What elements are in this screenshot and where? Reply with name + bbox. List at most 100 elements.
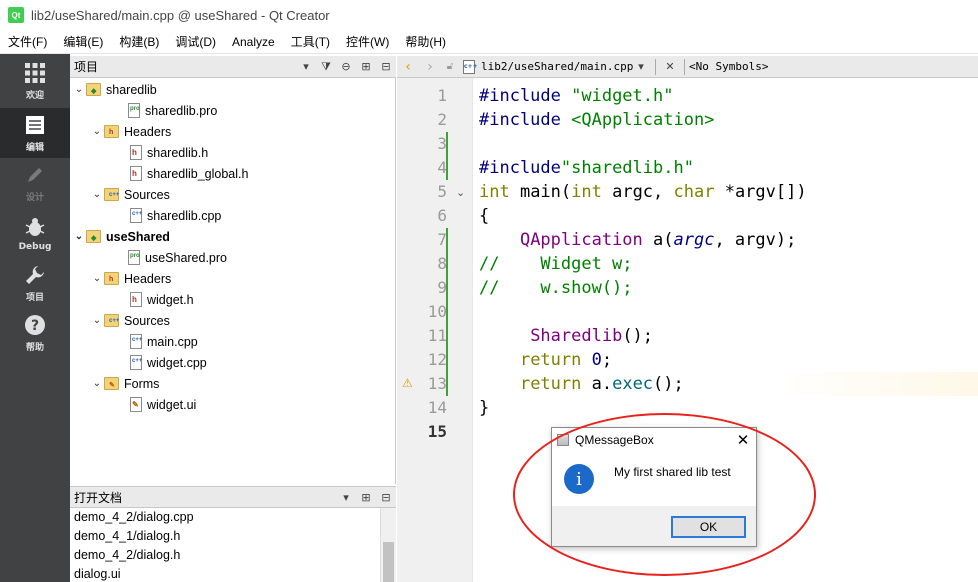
tree-item-useshared[interactable]: ⌄ ◆ useShared (72, 226, 170, 247)
line-number: 1 (437, 86, 447, 105)
list-item[interactable]: demo_4_1/dialog.h (70, 527, 395, 546)
line-number: 12 (427, 350, 447, 369)
mode-debug[interactable]: Debug (0, 208, 70, 258)
code-token: (); (653, 374, 684, 394)
dialog-title: QMessageBox (575, 433, 654, 447)
split-icon[interactable]: ⊞ (356, 56, 376, 78)
mode-help[interactable]: ? 帮助 (0, 308, 70, 358)
dialog-body: i My first shared lib test (552, 452, 756, 506)
wrench-icon (23, 263, 47, 287)
menu-widgets[interactable]: 控件(W) (338, 30, 397, 54)
mode-label: 欢迎 (25, 91, 44, 101)
close-pane-icon[interactable]: ⊟ (376, 486, 396, 508)
menu-build[interactable]: 构建(B) (111, 30, 167, 54)
headers-folder-icon: h (104, 272, 119, 285)
list-item[interactable]: demo_4_2/dialog.cpp (70, 508, 395, 527)
tree-item-sharedlib-cpp[interactable]: c++ sharedlib.cpp (130, 205, 221, 226)
tree-item-headers[interactable]: ⌄ h Headers (90, 268, 171, 289)
cpp-file-icon: c++ (130, 355, 142, 370)
chevron-down-icon[interactable]: ⌄ (72, 84, 86, 95)
code-token: <QApplication> (571, 110, 715, 130)
menu-help[interactable]: 帮助(H) (397, 30, 454, 54)
code-token: #include (479, 158, 561, 178)
tree-item-headers[interactable]: ⌄ h Headers (90, 121, 171, 142)
tree-item-widget-ui[interactable]: ✎ widget.ui (130, 394, 196, 415)
code-token: , argv); (714, 230, 797, 250)
chevron-down-icon[interactable]: ⌄ (72, 231, 86, 242)
tree-item-useshared-pro[interactable]: pro useShared.pro (128, 247, 227, 268)
menu-analyze[interactable]: Analyze (224, 30, 283, 54)
code-token: #include (479, 110, 572, 130)
back-arrow-icon[interactable]: ‹ (397, 59, 419, 75)
code-token: int (571, 182, 602, 202)
chevron-down-icon[interactable]: ▾ (336, 486, 356, 508)
change-marker (446, 252, 448, 276)
tree-item-sharedlib-h[interactable]: h sharedlib.h (130, 142, 208, 163)
code-line: int main(int argc, char *argv[]) (479, 180, 807, 204)
tree-item-widget-h[interactable]: h widget.h (130, 289, 194, 310)
bug-icon (23, 215, 47, 239)
lock-icon: 🔓︎ (446, 61, 454, 72)
chevron-down-icon[interactable]: ▾ (631, 56, 651, 78)
sources-folder-icon: c++ (104, 188, 119, 201)
chevron-down-icon[interactable]: ⌄ (90, 273, 104, 284)
menu-edit[interactable]: 编辑(E) (55, 30, 111, 54)
tree-item-sharedlib-pro[interactable]: pro sharedlib.pro (128, 100, 217, 121)
tree-item-sources[interactable]: ⌄ c++ Sources (90, 310, 170, 331)
tree-item-widget-cpp[interactable]: c++ widget.cpp (130, 352, 207, 373)
symbols-dropdown[interactable]: <No Symbols> (689, 60, 768, 73)
list-item[interactable]: demo_4_2/dialog.h (70, 546, 395, 565)
menu-debug[interactable]: 调试(D) (167, 30, 224, 54)
ok-button[interactable]: OK (671, 516, 746, 538)
ui-file-icon: ✎ (130, 397, 142, 412)
tree-item-label: Headers (124, 271, 172, 286)
code-token: main( (509, 182, 572, 202)
filter-icon[interactable]: ⧩ (316, 56, 336, 78)
change-marker (446, 348, 448, 372)
chevron-down-icon[interactable]: ⌄ (90, 126, 104, 137)
chevron-down-icon[interactable]: ⌄ (90, 189, 104, 200)
tree-item-label: main.cpp (147, 334, 198, 349)
close-pane-icon[interactable]: ⊟ (376, 56, 396, 78)
code-token: int (479, 182, 510, 202)
current-file-name[interactable]: lib2/useShared/main.cpp (481, 60, 633, 73)
line-number: 4 (437, 158, 447, 177)
list-item[interactable]: dialog.ui (70, 565, 395, 582)
chevron-down-icon[interactable]: ▾ (296, 56, 316, 78)
scrollbar[interactable] (380, 508, 396, 582)
scrollbar-thumb[interactable] (383, 542, 394, 582)
warning-icon[interactable]: ⚠ (402, 376, 413, 390)
mode-edit[interactable]: 编辑 (0, 108, 70, 158)
mode-design[interactable]: 设计 (0, 158, 70, 208)
code-token: argc (673, 230, 715, 250)
close-icon[interactable]: ✕ (660, 56, 680, 78)
tree-item-sources[interactable]: ⌄ c++ Sources (90, 184, 170, 205)
code-token: a( (642, 230, 674, 250)
tree-item-sharedlib[interactable]: ⌄ ◆ sharedlib (72, 79, 157, 100)
chevron-down-icon[interactable]: ⌄ (90, 315, 104, 326)
split-icon[interactable]: ⊞ (356, 486, 376, 508)
projects-pane-header: 项目 ▾ ⧩ ⊖ ⊞ ⊟ (70, 56, 396, 78)
projects-title: 项目 (74, 60, 99, 74)
line-number-gutter: 1 2 3 4 5 6 7 8 9 10 11 12 13 14 15 ⌄ ⚠ (397, 78, 473, 582)
code-line: QApplication a(argc, argv); (479, 228, 796, 252)
menu-file[interactable]: 文件(F) (0, 30, 55, 54)
change-marker (446, 156, 448, 180)
tree-item-forms[interactable]: ⌄ ✎ Forms (90, 373, 160, 394)
mode-projects[interactable]: 项目 (0, 258, 70, 308)
code-token: char (673, 182, 715, 202)
tree-item-main-cpp[interactable]: c++ main.cpp (130, 331, 198, 352)
code-line: // w.show(); (479, 278, 633, 298)
fold-chevron-icon[interactable]: ⌄ (456, 186, 465, 199)
tree-item-sharedlib-global-h[interactable]: h sharedlib_global.h (130, 163, 248, 184)
link-icon[interactable]: ⊖ (336, 56, 356, 78)
mode-welcome[interactable]: 欢迎 (0, 54, 70, 108)
close-icon[interactable]: ✕ (730, 431, 756, 449)
chevron-down-icon[interactable]: ⌄ (90, 378, 104, 389)
dialog-message: My first shared lib test (614, 465, 731, 479)
forward-arrow-icon[interactable]: › (419, 59, 441, 75)
code-token: 0 (591, 350, 602, 370)
menu-tools[interactable]: 工具(T) (283, 30, 338, 54)
